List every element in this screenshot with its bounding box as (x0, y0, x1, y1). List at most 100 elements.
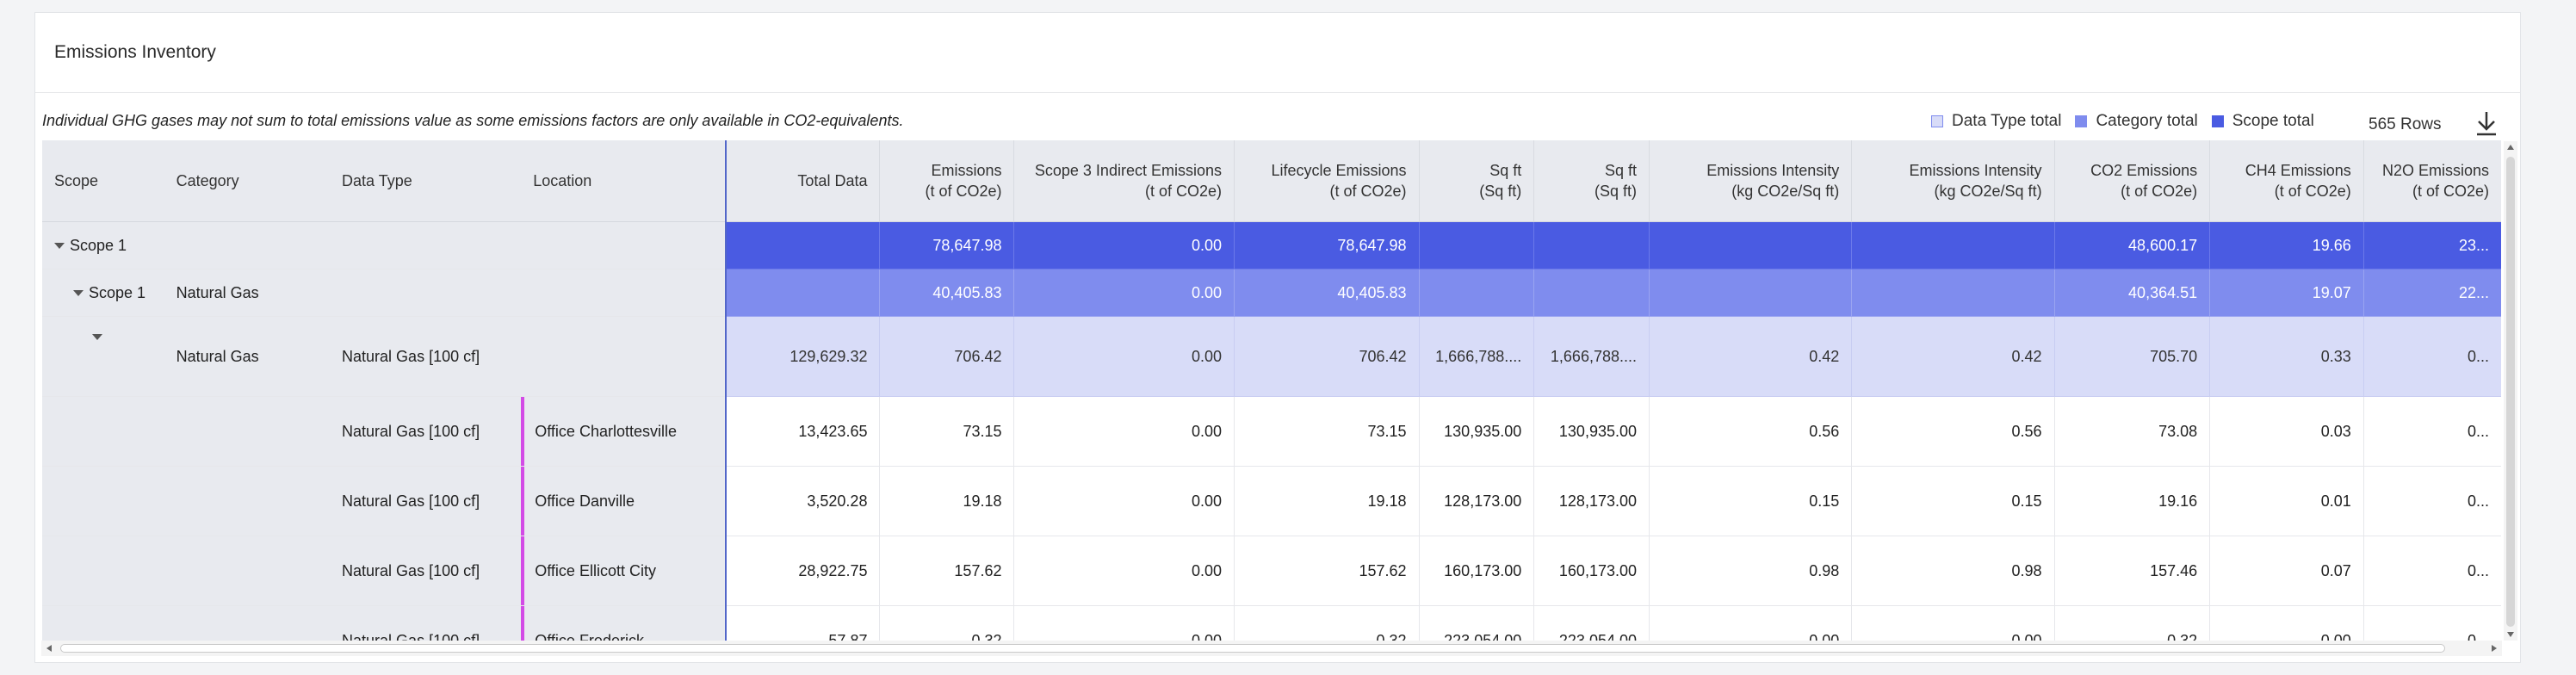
column-header-label: N2O Emissions (2381, 162, 2489, 179)
location-group-bar (521, 397, 525, 466)
column-header[interactable]: Lifecycle Emissions (t of CO2e) (1233, 140, 1419, 222)
scope-cell (42, 396, 164, 467)
emissions-grid: Scope Category Data Type Location Total Data… (42, 140, 2501, 643)
value-cell: 19.18 (879, 466, 1014, 536)
column-header[interactable]: Scope 3 Indirect Emissions (t of CO2e) (1013, 140, 1235, 222)
expand-caret-icon[interactable] (54, 243, 65, 250)
column-header[interactable]: Category (164, 140, 331, 222)
dtype-total-row[interactable]: Natural Gas Natural Gas [100 cf] 129,629.3… (42, 316, 2501, 397)
value-cell: 128,173.00 (1418, 466, 1534, 536)
value-cell: 19.07 (2209, 269, 2364, 317)
value-cell: 0.03 (2209, 396, 2364, 467)
column-header[interactable]: CH4 Emissions (t of CO2e) (2209, 140, 2364, 222)
table-row[interactable]: Natural Gas [100 cf] Office Charlottesvil… (42, 396, 2501, 467)
legend: Data Type total Category total Scope tot… (1931, 112, 2328, 131)
legend-item-data-type-total: Data Type total (1931, 112, 2061, 131)
value-cell: 57.87 (725, 605, 880, 643)
legend-item-category-total: Category total (2075, 112, 2198, 131)
column-header-label: Total Data (797, 172, 868, 189)
column-header-unit: (Sq ft) (1479, 183, 1522, 200)
value-cell (1418, 221, 1534, 269)
value-cell (725, 269, 880, 317)
column-header-label: Location (533, 172, 592, 189)
legend-swatch-data-type (1931, 115, 1943, 127)
location-cell: Office Charlottesville (521, 396, 728, 467)
expand-caret-icon[interactable] (92, 333, 102, 340)
value-cell: 0.00 (1648, 605, 1852, 643)
column-header[interactable]: CO2 Emissions (t of CO2e) (2053, 140, 2210, 222)
emissions-table: Scope Category Data Type Location Total Data… (42, 140, 2501, 643)
column-header[interactable]: Emissions (t of CO2e) (879, 140, 1014, 222)
value-cell: 0.32 (1233, 605, 1419, 643)
location-label: Office Charlottesville (535, 422, 677, 440)
rows-count: 565 Rows (2369, 115, 2442, 133)
data-type-cell: Natural Gas [100 cf] (330, 536, 522, 606)
expand-caret-icon[interactable] (73, 290, 84, 297)
column-header-label: Lifecycle Emissions (1271, 162, 1407, 179)
value-cell: 40,405.83 (1233, 269, 1419, 317)
column-header[interactable]: Emissions Intensity (kg CO2e/Sq ft) (1648, 140, 1852, 222)
value-cell (1533, 221, 1650, 269)
value-cell: 19.18 (1233, 466, 1419, 536)
scope-total-row[interactable]: Scope 1 78,647.98 0.00 78,647.98 48,600.17 19… (42, 221, 2501, 269)
scope-cell: Scope 1 (42, 221, 164, 269)
column-header[interactable]: Sq ft (Sq ft) (1418, 140, 1534, 222)
location-group-bar (521, 467, 525, 536)
column-header-unit: (t of CO2e) (2274, 183, 2351, 200)
legend-item-scope-total: Scope total (2211, 112, 2314, 131)
download-icon[interactable] (2474, 108, 2499, 138)
column-header-label: CO2 Emissions (2090, 162, 2198, 179)
scope-cell (42, 536, 164, 606)
value-cell: 0.00 (1013, 316, 1235, 397)
scope-cell: Scope 1 (42, 269, 164, 317)
value-cell: 73.08 (2053, 396, 2210, 467)
value-cell: 40,405.83 (879, 269, 1014, 317)
category-total-row[interactable]: Scope 1 Natural Gas 40,405.83 0.00 40,405.83… (42, 269, 2501, 317)
value-cell: 0.00 (1013, 221, 1235, 269)
value-cell: 0.56 (1648, 396, 1852, 467)
horizontal-scroll-thumb[interactable] (60, 644, 2445, 653)
scroll-left-icon[interactable] (45, 644, 53, 653)
column-header[interactable]: Scope (42, 140, 164, 222)
scope-cell (42, 316, 164, 397)
scroll-right-icon[interactable] (2490, 644, 2499, 653)
column-header[interactable]: Emissions Intensity (kg CO2e/Sq ft) (1851, 140, 2055, 222)
location-cell (521, 221, 728, 269)
location-label: Office Ellicott City (535, 561, 656, 579)
data-type-cell (330, 221, 522, 269)
column-header-unit: (t of CO2e) (2121, 183, 2198, 200)
value-cell: 0.98 (1648, 536, 1852, 606)
column-header-unit: (kg CO2e/Sq ft) (1731, 183, 1840, 200)
column-header[interactable]: Total Data (726, 140, 880, 222)
value-cell: 129,629.32 (725, 316, 880, 397)
column-header[interactable]: Data Type (330, 140, 522, 222)
table-row[interactable]: Natural Gas [100 cf] Office Danville 3,520… (42, 466, 2501, 536)
column-header-label: Sq ft (1604, 162, 1637, 179)
scroll-up-icon[interactable] (2506, 143, 2515, 152)
column-header-label: Emissions Intensity (1909, 162, 2042, 179)
column-header[interactable]: Sq ft (Sq ft) (1533, 140, 1650, 222)
location-group-bar (521, 536, 525, 605)
value-cell: 0.00 (1851, 605, 2055, 643)
vertical-scrollbar[interactable] (2504, 141, 2517, 641)
column-header[interactable]: Location (521, 140, 728, 222)
value-cell: 706.42 (879, 316, 1014, 397)
value-cell: 157.46 (2053, 536, 2210, 606)
location-group-bar (521, 606, 525, 643)
column-header[interactable]: N2O Emissions (t of CO2e) (2362, 140, 2501, 222)
location-cell: Office Ellicott City (521, 536, 728, 606)
scroll-down-icon[interactable] (2506, 630, 2515, 639)
column-header-label: Data Type (342, 172, 412, 189)
legend-swatch-category (2075, 115, 2088, 127)
value-cell: 128,173.00 (1533, 466, 1650, 536)
value-cell: 23... (2362, 221, 2501, 269)
value-cell: 160,173.00 (1418, 536, 1534, 606)
horizontal-scrollbar[interactable] (41, 641, 2502, 656)
value-cell: 19.66 (2209, 221, 2364, 269)
category-cell (164, 536, 331, 606)
table-row[interactable]: Natural Gas [100 cf] Office Ellicott City… (42, 536, 2501, 606)
vertical-scroll-thumb[interactable] (2506, 157, 2515, 627)
category-cell (164, 396, 331, 467)
category-cell: Natural Gas (164, 316, 331, 397)
table-row[interactable]: Natural Gas [100 cf] Office Frederick 57.8… (42, 605, 2501, 643)
